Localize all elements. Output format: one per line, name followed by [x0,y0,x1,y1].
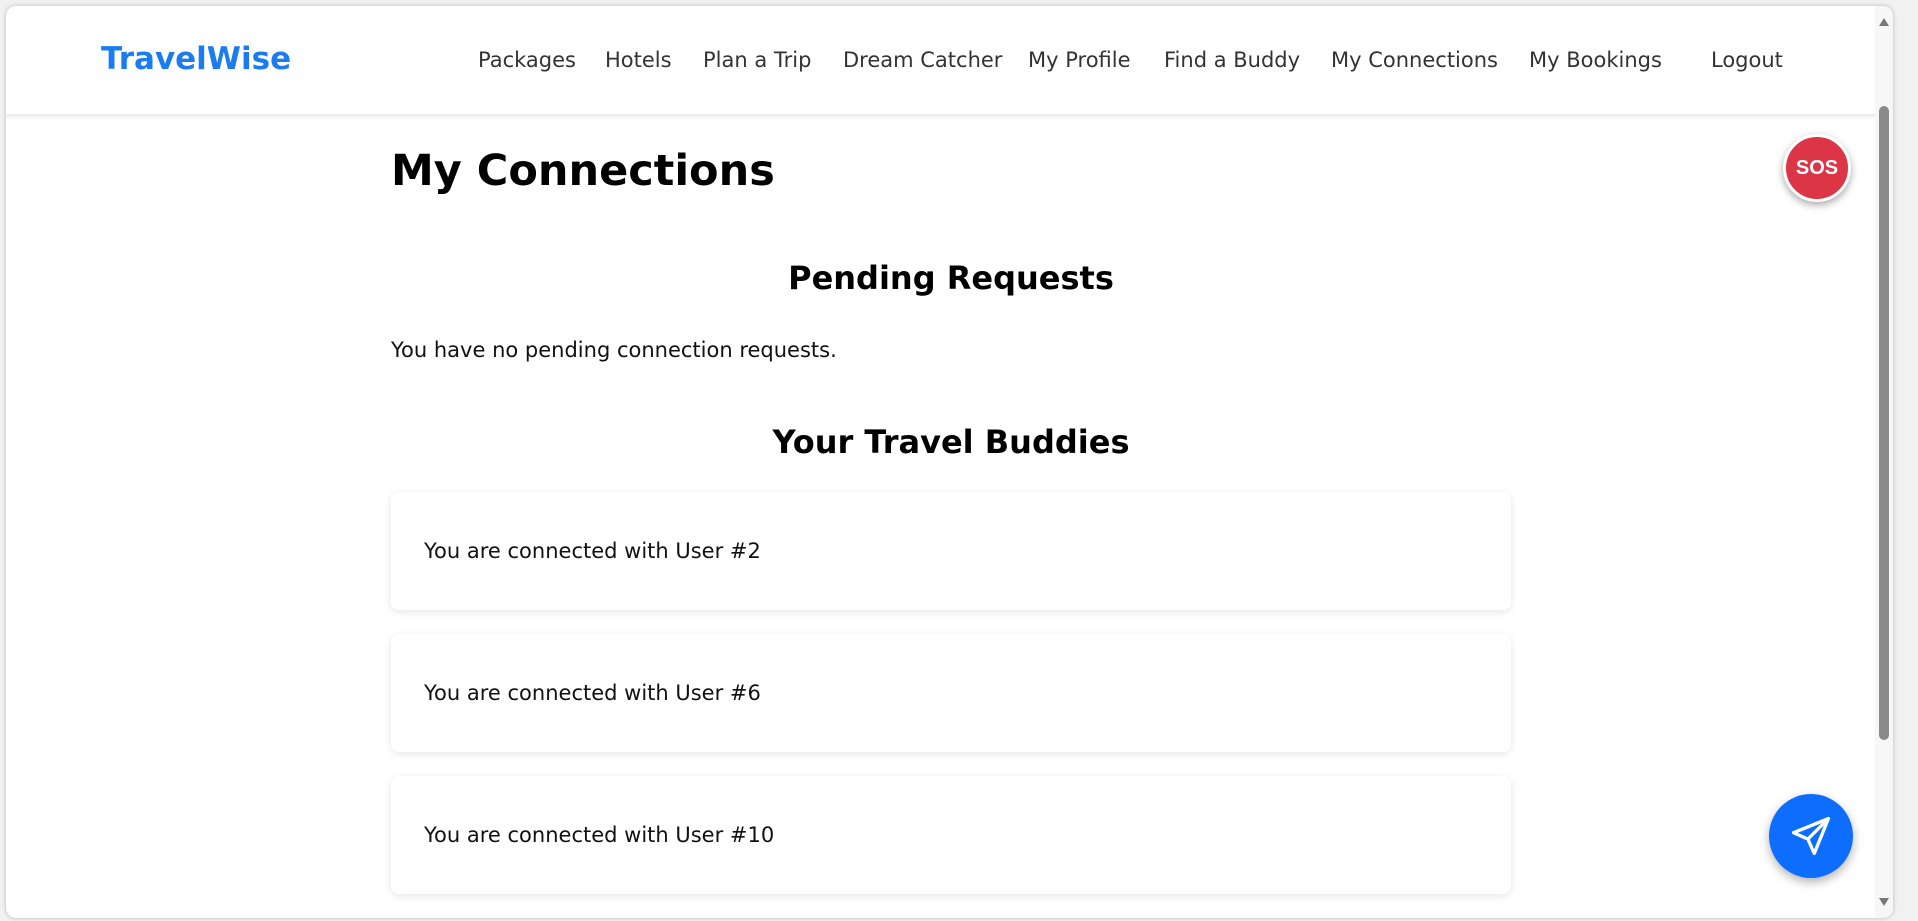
top-navbar: TravelWise Packages Hotels Plan a Trip D… [6,6,1893,114]
pending-empty-message: You have no pending connection requests. [391,338,837,362]
buddy-card-text: You are connected with User #2 [424,539,761,563]
pending-requests-heading: Pending Requests [788,259,1114,297]
sos-button[interactable]: SOS [1783,134,1851,202]
buddy-card: You are connected with User #10 [391,776,1511,894]
nav-link-my-bookings[interactable]: My Bookings [1529,50,1662,71]
nav-link-plan-a-trip[interactable]: Plan a Trip [703,50,811,71]
travel-buddies-heading: Your Travel Buddies [772,423,1130,461]
scroll-up-arrow-icon[interactable] [1879,18,1889,26]
nav-link-find-a-buddy[interactable]: Find a Buddy [1164,50,1300,71]
scroll-down-arrow-icon[interactable] [1879,898,1889,906]
nav-link-dream-catcher[interactable]: Dream Catcher [843,50,1002,71]
browser-viewport: TravelWise Packages Hotels Plan a Trip D… [6,6,1893,918]
send-icon [1791,816,1831,856]
main-content: My Connections Pending Requests You have… [6,114,1893,918]
buddy-card: You are connected with User #6 [391,634,1511,752]
page-title: My Connections [391,146,775,196]
nav-link-my-profile[interactable]: My Profile [1028,50,1131,71]
buddy-card-text: You are connected with User #10 [424,823,775,847]
nav-link-packages[interactable]: Packages [478,50,576,71]
nav-link-logout[interactable]: Logout [1711,50,1783,71]
nav-link-hotels[interactable]: Hotels [605,50,672,71]
scroll-thumb[interactable] [1879,106,1889,740]
send-message-button[interactable] [1769,794,1853,878]
vertical-scrollbar[interactable] [1875,6,1893,918]
buddy-card: You are connected with User #2 [391,492,1511,610]
brand-logo[interactable]: TravelWise [101,44,291,75]
buddy-card-text: You are connected with User #6 [424,681,761,705]
nav-link-my-connections[interactable]: My Connections [1331,50,1498,71]
